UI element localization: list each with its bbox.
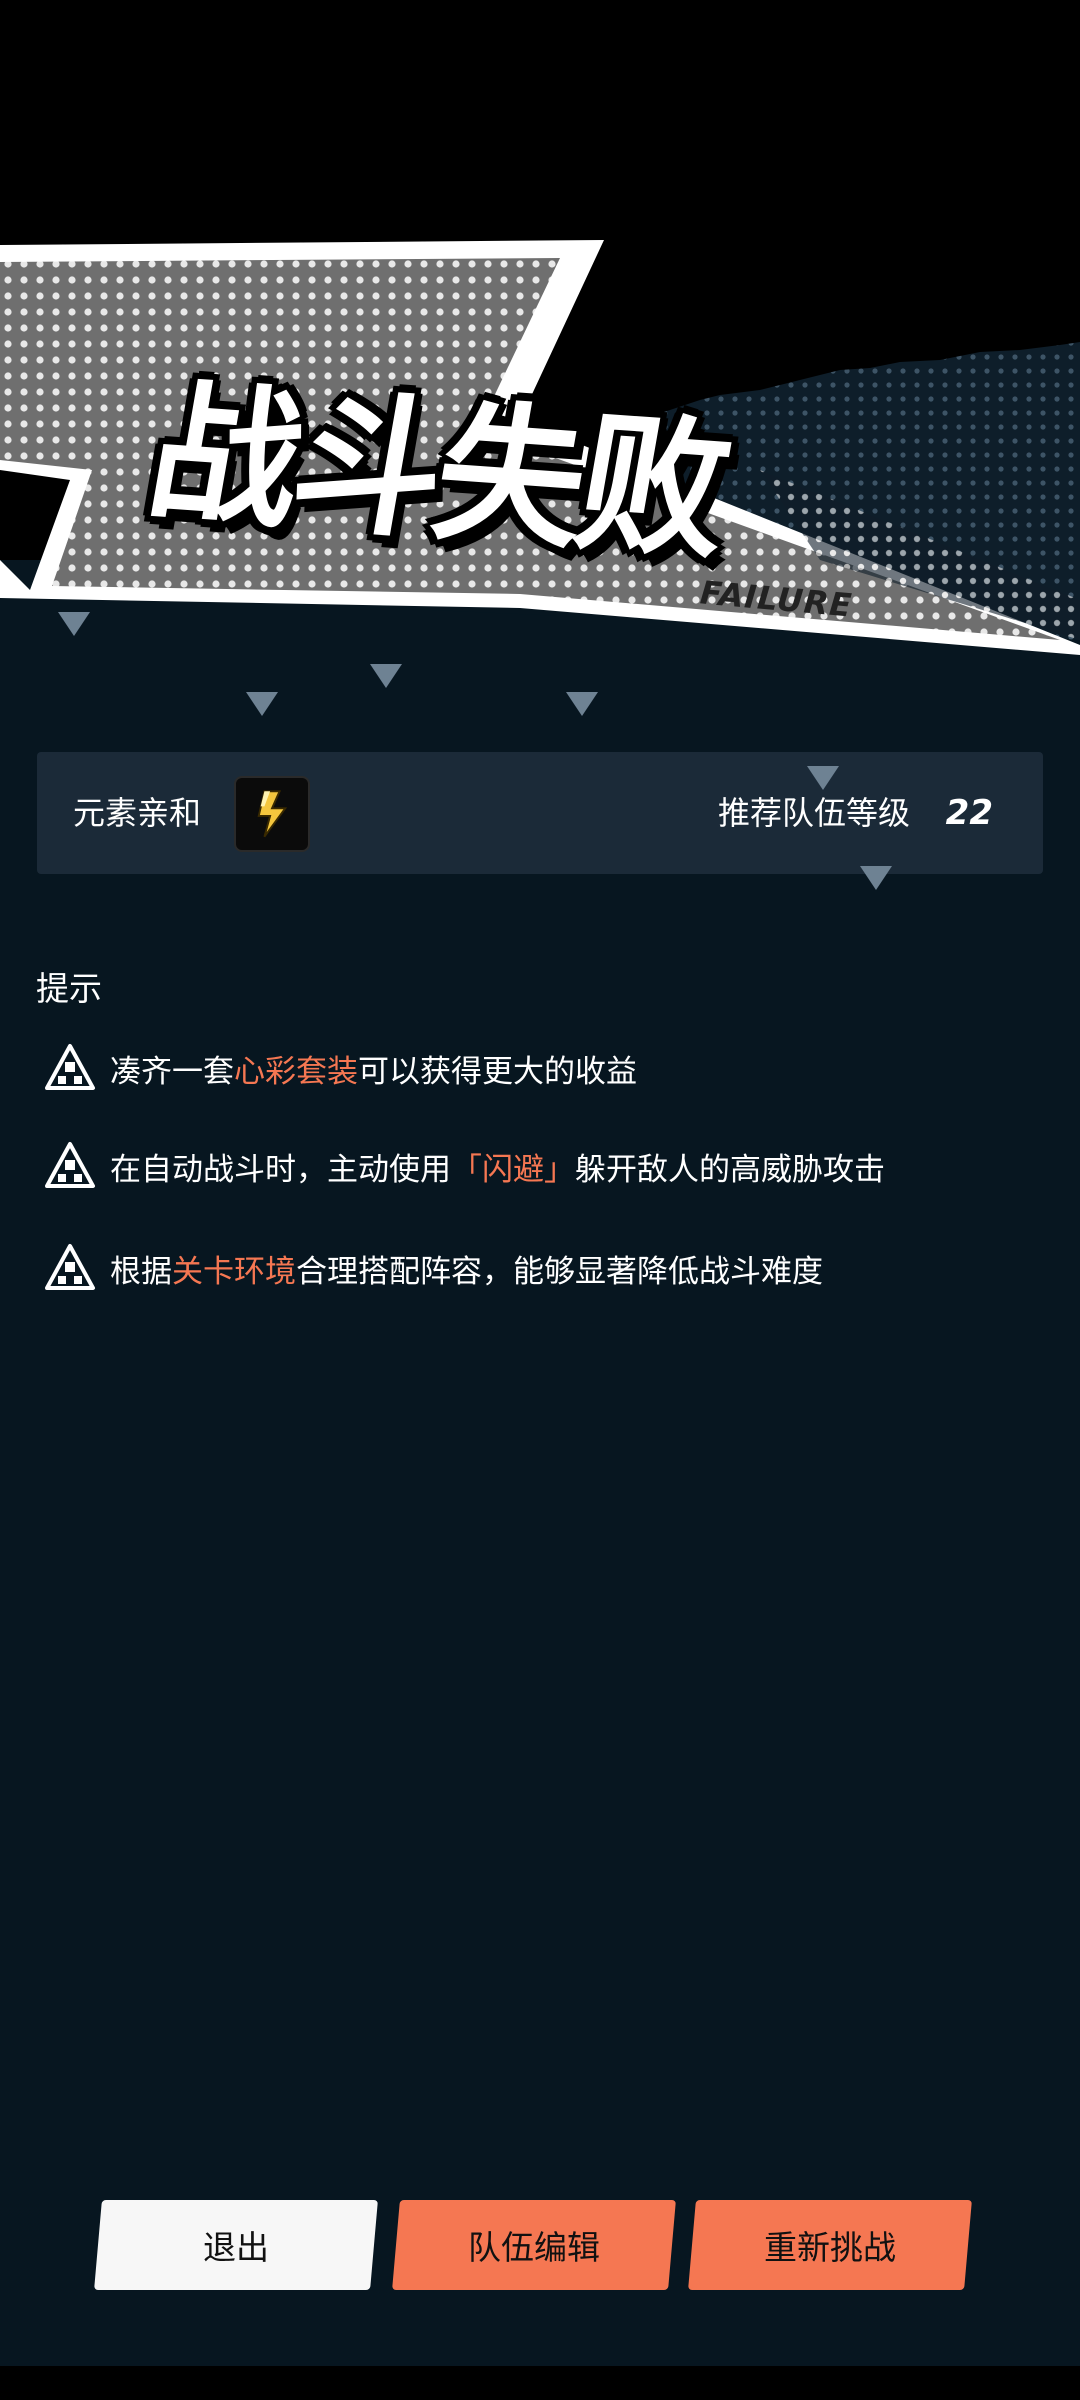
warning-triangle-icon: [45, 1044, 95, 1090]
tip-item: 凑齐一套心彩套装可以获得更大的收益: [44, 1038, 637, 1098]
exit-button-label: 退出: [203, 2228, 269, 2267]
team-edit-button-label: 队伍编辑: [468, 2228, 600, 2267]
retry-button-label: 重新挑战: [764, 2228, 896, 2267]
failure-title: 战斗失败: [136, 366, 738, 580]
battle-result-screen: 战斗失败 FAILURE 元素亲和 推荐队伍等级 22 提示 凑齐一套心彩套装可…: [0, 0, 1080, 2400]
element-affinity-label: 元素亲和: [73, 794, 202, 832]
tip-item: 根据关卡环境合理搭配阵容，能够显著降低战斗难度: [44, 1238, 823, 1298]
decor-triangle: [370, 664, 402, 688]
recommended-level-value: 22: [945, 793, 993, 833]
tip-text: 凑齐一套心彩套装可以获得更大的收益: [110, 1053, 637, 1090]
decor-triangle: [566, 692, 598, 716]
decor-triangle: [807, 766, 839, 790]
tip-text: 根据关卡环境合理搭配阵容，能够显著降低战斗难度: [110, 1253, 823, 1290]
tip-item: 在自动战斗时，主动使用「闪避」躲开敌人的高威胁攻击: [44, 1136, 885, 1196]
tip-text: 在自动战斗时，主动使用「闪避」躲开敌人的高威胁攻击: [110, 1151, 885, 1188]
decor-triangle: [58, 612, 90, 636]
tips-heading: 提示: [36, 969, 102, 1008]
bottom-bar: [0, 2366, 1080, 2400]
exit-button[interactable]: 退出: [94, 2200, 378, 2290]
decor-triangle: [246, 692, 278, 716]
warning-triangle-icon: [45, 1142, 95, 1188]
stage-info-bar: 元素亲和 推荐队伍等级 22: [37, 752, 1043, 874]
warning-triangle-icon: [45, 1244, 95, 1290]
decor-triangle: [860, 866, 892, 890]
retry-button[interactable]: 重新挑战: [688, 2200, 972, 2290]
failure-banner: [0, 240, 1080, 720]
lightning-icon[interactable]: [234, 776, 310, 852]
team-edit-button[interactable]: 队伍编辑: [392, 2200, 676, 2290]
